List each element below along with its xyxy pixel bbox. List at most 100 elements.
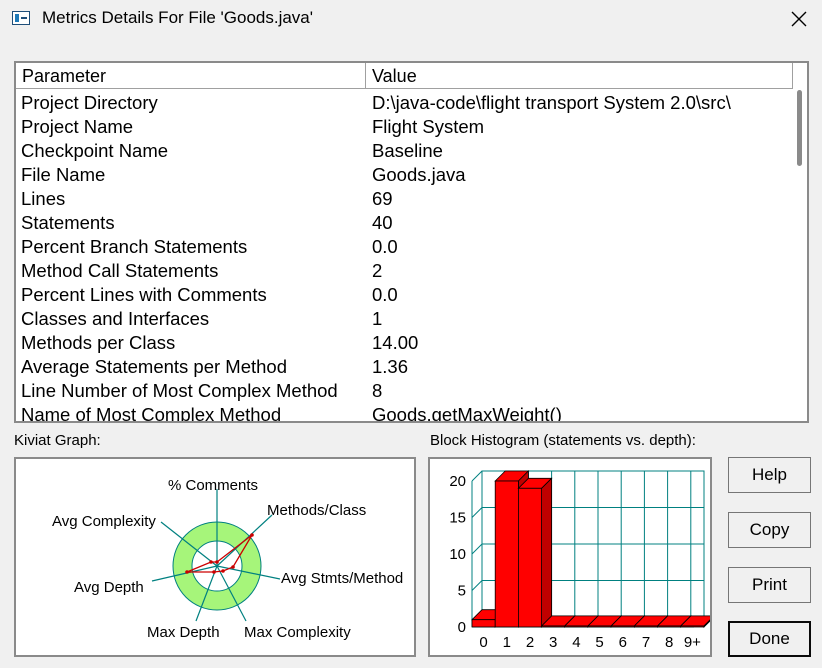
table-row[interactable]: Average Statements per Method 1.36 <box>16 355 793 379</box>
table-row[interactable]: Lines 69 <box>16 187 793 211</box>
row-parameter: Classes and Interfaces <box>21 308 210 329</box>
row-parameter: Project Name <box>21 116 134 137</box>
table-row[interactable]: Method Call Statements 2 <box>16 259 793 283</box>
row-value: Baseline <box>372 140 443 161</box>
row-parameter: Percent Lines with Comments <box>21 284 267 305</box>
close-button[interactable] <box>776 0 822 38</box>
histogram-y-tick-label: 5 <box>458 583 466 600</box>
row-value: 69 <box>372 188 393 209</box>
histogram-bar <box>517 477 553 628</box>
row-value: 40 <box>372 212 393 233</box>
histogram-svg: 05101520 0 1 2 3 4 5 6 7 8 9+ <box>449 470 715 651</box>
histogram-x-tick-label: 7 <box>642 634 650 651</box>
kiviat-axis-label: Avg Depth <box>74 579 144 596</box>
row-value: 1.36 <box>372 356 409 377</box>
histogram-bar-front <box>541 625 566 628</box>
kiviat-graph: % Comments Methods/Class Avg Stmts/Metho… <box>14 457 416 657</box>
row-parameter: Percent Branch Statements <box>21 236 248 257</box>
histogram-bar-front <box>494 480 519 628</box>
histogram-x-tick-label: 9+ <box>684 634 701 651</box>
help-button[interactable]: Help <box>728 457 811 493</box>
kiviat-point <box>212 570 216 574</box>
table-header: Parameter Value <box>16 63 793 89</box>
histogram-bar-side <box>541 477 552 628</box>
table-row[interactable]: File Name Goods.java <box>16 163 793 187</box>
histogram-gridline <box>471 470 483 482</box>
histogram-y-ticks: 0 5 10 15 20 <box>449 473 466 636</box>
kiviat-axis-label: Avg Complexity <box>52 513 156 530</box>
histogram-bar-front <box>518 487 543 628</box>
histogram-bar-front <box>633 625 658 628</box>
row-parameter: Methods per Class <box>21 332 176 353</box>
histogram-x-tick-label: 3 <box>549 634 557 651</box>
kiviat-axis-label: Max Complexity <box>244 624 351 641</box>
row-parameter: Name of Most Complex Method <box>21 404 282 423</box>
scrollbar-thumb[interactable] <box>797 90 802 166</box>
row-parameter: Checkpoint Name <box>21 140 169 161</box>
histogram-y-tick-label: 10 <box>449 546 466 563</box>
kiviat-point <box>215 560 219 564</box>
app-icon <box>12 11 30 25</box>
copy-button[interactable]: Copy <box>728 512 811 548</box>
histogram-x-tick-label: 5 <box>595 634 603 651</box>
histogram-bars <box>471 470 715 628</box>
kiviat-point <box>185 570 189 574</box>
kiviat-point <box>231 565 235 569</box>
histogram-x-tick-label: 6 <box>619 634 627 651</box>
row-value: 0.0 <box>372 284 398 305</box>
column-header-value[interactable]: Value <box>366 63 793 88</box>
row-value: 8 <box>372 380 383 401</box>
window-title: Metrics Details For File 'Goods.java' <box>42 8 314 27</box>
histogram-x-tick-label: 1 <box>503 634 511 651</box>
table-row[interactable]: Statements 40 <box>16 211 793 235</box>
histogram-bar-front <box>610 625 635 628</box>
column-header-parameter[interactable]: Parameter <box>16 63 366 88</box>
table-row[interactable]: Line Number of Most Complex Method 8 <box>16 379 793 403</box>
histogram-bar-front <box>657 625 682 628</box>
row-parameter: Average Statements per Method <box>21 356 288 377</box>
table-row[interactable]: Checkpoint Name Baseline <box>16 139 793 163</box>
print-button[interactable]: Print <box>728 567 811 603</box>
histogram-gridline <box>471 580 483 591</box>
row-parameter: Method Call Statements <box>21 260 219 281</box>
histogram-y-tick-label: 20 <box>449 473 466 490</box>
histogram-bar-front <box>587 625 612 628</box>
kiviat-axis-label: % Comments <box>168 477 258 494</box>
histogram-gridline <box>471 507 483 518</box>
histogram-x-ticks: 0 1 2 3 4 5 6 7 8 9+ <box>479 634 701 651</box>
histogram-y-tick-label: 0 <box>458 619 466 636</box>
histogram-x-tick-label: 8 <box>665 634 673 651</box>
kiviat-axis-label: Methods/Class <box>267 502 366 519</box>
table-row[interactable]: Percent Branch Statements 0.0 <box>16 235 793 259</box>
histogram-label: Block Histogram (statements vs. depth): <box>430 432 696 449</box>
kiviat-label: Kiviat Graph: <box>14 432 101 449</box>
histogram-bar-front <box>680 625 705 628</box>
table-row[interactable]: Percent Lines with Comments 0.0 <box>16 283 793 307</box>
row-parameter: Statements <box>21 212 115 233</box>
title-bar: Metrics Details For File 'Goods.java' <box>0 0 822 38</box>
histogram-x-tick-label: 4 <box>572 634 580 651</box>
row-parameter: Lines <box>21 188 66 209</box>
kiviat-axis-label: Max Depth <box>147 624 220 641</box>
table-row[interactable]: Project Directory D:\java-code\flight tra… <box>16 91 793 115</box>
row-value: D:\java-code\flight transport System 2.0… <box>372 92 731 113</box>
table-rows: Project Directory D:\java-code\flight tra… <box>16 91 793 423</box>
row-value: Flight System <box>372 116 485 137</box>
done-button[interactable]: Done <box>728 621 811 657</box>
histogram-x-tick-label: 2 <box>526 634 534 651</box>
table-row[interactable]: Methods per Class 14.00 <box>16 331 793 355</box>
table-row[interactable]: Name of Most Complex Method Goods.getMaxW… <box>16 403 793 423</box>
kiviat-svg: % Comments Methods/Class Avg Stmts/Metho… <box>52 477 403 641</box>
row-value: 14.00 <box>372 332 419 353</box>
table-row[interactable]: Classes and Interfaces 1 <box>16 307 793 331</box>
row-value: 1 <box>372 308 383 329</box>
table-row[interactable]: Project Name Flight System <box>16 115 793 139</box>
metrics-table: Parameter Value Project Directory D:\java… <box>14 61 809 423</box>
histogram-x-tick-label: 0 <box>479 634 487 651</box>
histogram-bar-front <box>471 619 496 628</box>
histogram-y-tick-label: 15 <box>449 510 466 527</box>
kiviat-axis-label: Avg Stmts/Method <box>281 570 403 587</box>
row-parameter: Line Number of Most Complex Method <box>21 380 338 401</box>
row-value: 2 <box>372 260 383 281</box>
vertical-scrollbar[interactable] <box>793 88 807 421</box>
